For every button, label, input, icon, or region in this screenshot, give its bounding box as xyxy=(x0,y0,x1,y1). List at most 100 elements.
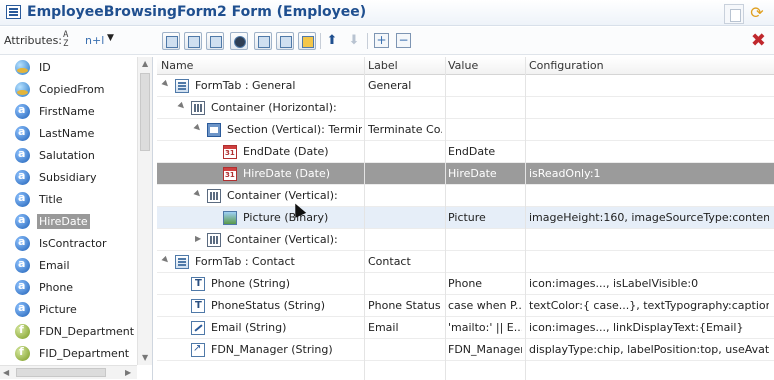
expander-icon[interactable]: ▶ xyxy=(195,234,201,243)
grid-row[interactable]: ▲ Section (Vertical): Termina... Terminate… xyxy=(157,119,774,141)
cell-config: icon:images..., isLabelVisible:0 xyxy=(529,277,699,290)
column-header-name[interactable]: Name xyxy=(161,59,193,72)
grid-row[interactable]: Picture (Binary) Picture imageHeight:160, … xyxy=(157,207,774,229)
attribute-item[interactable]: HireDate xyxy=(0,211,137,233)
cell-name: FormTab : General xyxy=(195,79,296,92)
attribute-item[interactable]: ID xyxy=(0,57,137,79)
attribute-item[interactable]: Email xyxy=(0,255,137,277)
sort-dropdown-icon[interactable]: ▼ xyxy=(107,33,114,43)
expand-all-icon[interactable]: + xyxy=(374,33,389,48)
chart-icon[interactable] xyxy=(276,32,294,50)
move-down-icon: ⬇ xyxy=(348,33,360,48)
attribute-item[interactable]: FirstName xyxy=(0,101,137,123)
cell-value: case when P... xyxy=(448,299,522,312)
expander-icon[interactable]: ▲ xyxy=(177,101,188,112)
link-icon xyxy=(191,343,205,357)
scroll-down-icon[interactable]: ▼ xyxy=(142,353,148,362)
form-structure-grid: Name Label Value Configuration ▲ FormTab … xyxy=(157,57,774,380)
grid-row[interactable]: PhoneStatus (String) Phone Status case whe… xyxy=(157,295,774,317)
attribute-item[interactable]: LastName xyxy=(0,123,137,145)
attribute-item[interactable]: Subsidiary xyxy=(0,167,137,189)
attributes-vscroll[interactable]: ▲ ▼ xyxy=(137,57,152,365)
grid-icon[interactable] xyxy=(254,32,272,50)
cell-config: displayType:chip, labelPosition:top, use… xyxy=(529,343,769,356)
form-icon xyxy=(6,5,21,19)
attribute-a-icon xyxy=(15,213,30,229)
grid-row[interactable]: EndDate (Date) EndDate xyxy=(157,141,774,163)
column-header-label[interactable]: Label xyxy=(368,59,398,72)
pic-icon xyxy=(223,211,237,225)
grid-row[interactable]: Phone (String) Phone icon:images..., isLab… xyxy=(157,273,774,295)
cell-label: Email xyxy=(368,321,399,334)
attribute-item[interactable]: FDN_Department xyxy=(0,321,137,343)
refresh-icon[interactable]: ⟳ xyxy=(748,4,766,22)
attribute-item[interactable]: IsContractor xyxy=(0,233,137,255)
grid-row[interactable]: ▲ FormTab : Contact Contact xyxy=(157,251,774,273)
cell-name: FormTab : Contact xyxy=(195,255,295,268)
attribute-globe-icon xyxy=(15,60,30,75)
cell-value: 'mailto:' || E... xyxy=(448,321,522,334)
attribute-label: Title xyxy=(39,193,63,206)
grid-row[interactable]: Email (String) Email 'mailto:' || E... icon… xyxy=(157,317,774,339)
cell-label: Terminate Co... xyxy=(368,123,442,136)
scroll-left-icon[interactable]: ◀ xyxy=(3,368,9,377)
window-title: EmployeeBrowsingForm2 Form (Employee) xyxy=(27,4,367,20)
attributes-label: Attributes: xyxy=(4,34,63,47)
grid-row[interactable]: ▶ Container (Vertical): xyxy=(157,229,774,251)
attribute-label: Email xyxy=(39,259,70,272)
cell-config: imageHeight:160, imageSourceType:content… xyxy=(529,211,769,224)
attribute-item[interactable]: FID_Department xyxy=(0,343,137,365)
scroll-right-icon[interactable]: ▶ xyxy=(125,368,131,377)
attribute-item[interactable]: Title xyxy=(0,189,137,211)
toolbar-separator xyxy=(367,33,368,49)
attribute-a-icon xyxy=(15,257,30,273)
cont-icon xyxy=(207,189,221,203)
cell-label: General xyxy=(368,79,412,92)
column-divider xyxy=(525,57,526,380)
attributes-hscroll[interactable]: ◀ ▶ xyxy=(0,365,137,379)
form-layout-1-icon[interactable] xyxy=(162,32,180,50)
page-icon[interactable] xyxy=(724,4,744,24)
cell-config: isReadOnly:1 xyxy=(529,167,601,180)
grid-header: Name Label Value Configuration xyxy=(157,57,774,75)
attribute-label: IsContractor xyxy=(39,237,107,250)
attribute-item[interactable]: Salutation xyxy=(0,145,137,167)
move-up-icon[interactable]: ⬆ xyxy=(323,32,341,50)
str-icon xyxy=(191,277,205,291)
collapse-all-icon[interactable]: − xyxy=(396,33,411,48)
expander-icon[interactable]: ▲ xyxy=(193,123,204,134)
attribute-item[interactable]: Picture xyxy=(0,299,137,321)
sort-az-icon[interactable]: A Z xyxy=(63,31,79,49)
grid-row[interactable]: HireDate (Date) HireDate isReadOnly:1 xyxy=(157,163,774,185)
scroll-thumb[interactable] xyxy=(140,73,150,151)
expander-icon[interactable]: ▲ xyxy=(161,79,172,90)
scroll-thumb[interactable] xyxy=(16,368,106,377)
toolbar: Attributes: A Z n+l ▼ ⬆ ⬇ + − ✖ xyxy=(0,27,774,55)
attribute-label: FirstName xyxy=(39,105,95,118)
grid-row[interactable]: ▲ Container (Horizontal): xyxy=(157,97,774,119)
expander-icon[interactable]: ▲ xyxy=(193,189,204,200)
tab-icon xyxy=(175,79,189,93)
cell-name: FDN_Manager (String) xyxy=(211,343,333,356)
column-header-configuration[interactable]: Configuration xyxy=(529,59,604,72)
form-layout-3-icon[interactable] xyxy=(206,32,224,50)
cell-name: Phone (String) xyxy=(211,277,290,290)
attribute-item[interactable]: Phone xyxy=(0,277,137,299)
cell-name: Email (String) xyxy=(211,321,287,334)
expander-icon[interactable]: ▲ xyxy=(161,255,172,266)
delete-icon[interactable]: ✖ xyxy=(751,30,766,51)
toolbar-separator xyxy=(320,33,321,49)
theme-icon[interactable] xyxy=(230,32,248,50)
tiles-icon[interactable] xyxy=(298,32,316,50)
attribute-label: HireDate xyxy=(37,214,90,229)
title-bar: EmployeeBrowsingForm2 Form (Employee) ⟳ xyxy=(0,0,774,26)
tab-icon xyxy=(175,255,189,269)
scroll-up-icon[interactable]: ▲ xyxy=(142,59,148,68)
sort-nl-button[interactable]: n+l xyxy=(85,34,104,47)
grid-row[interactable]: FDN_Manager (String) FDN_Manager displayTy… xyxy=(157,339,774,361)
attribute-item[interactable]: CopiedFrom xyxy=(0,79,137,101)
grid-row[interactable]: ▲ Container (Vertical): xyxy=(157,185,774,207)
form-layout-2-icon[interactable] xyxy=(184,32,202,50)
column-header-value[interactable]: Value xyxy=(448,59,478,72)
grid-row[interactable]: ▲ FormTab : General General xyxy=(157,75,774,97)
